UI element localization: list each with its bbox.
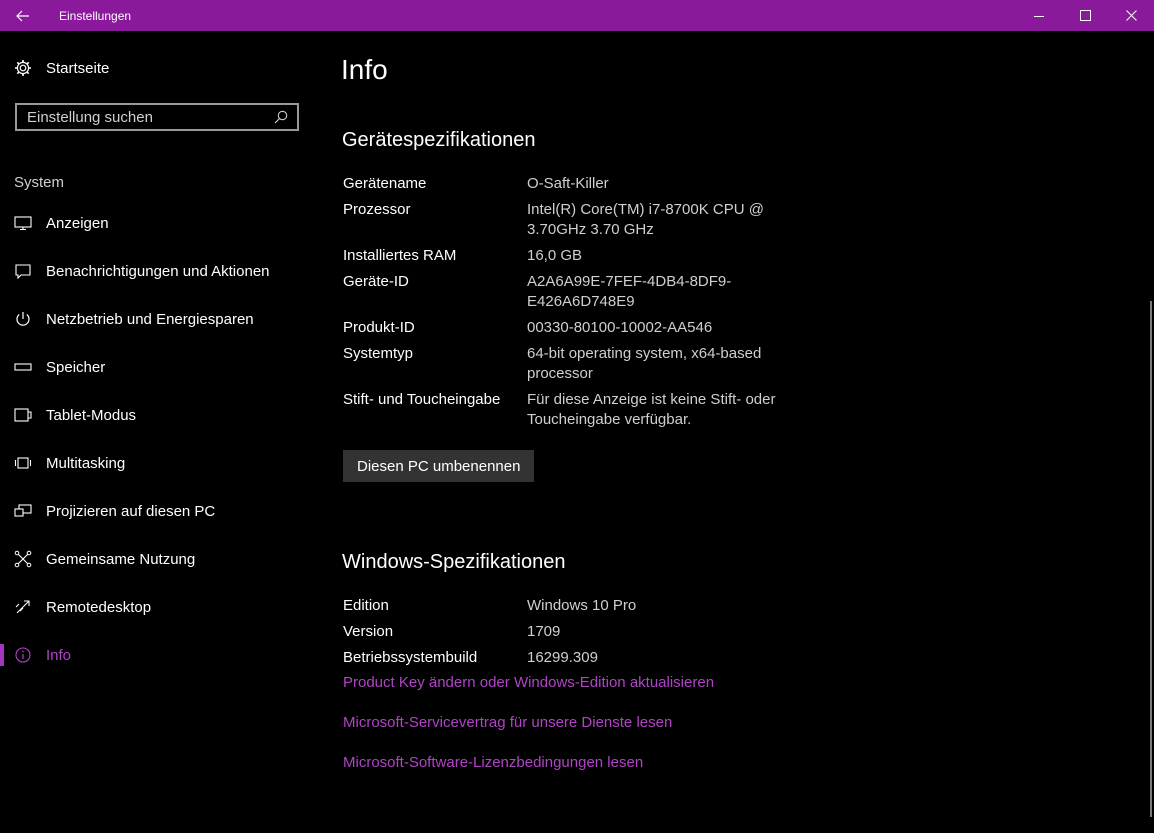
sidebar-item-gemeinsame-nutzung[interactable]: Gemeinsame Nutzung <box>0 535 320 583</box>
home-link[interactable]: Startseite <box>14 59 109 77</box>
spec-value: 00330-80100-10002-AA546 <box>527 319 713 336</box>
window-controls <box>1016 0 1154 31</box>
windows-specs-table: Edition Windows 10 Pro Version 1709 Betr… <box>343 596 803 674</box>
sidebar-item-label: Anzeigen <box>46 214 109 232</box>
sidebar-item-label: Remotedesktop <box>46 598 152 616</box>
spec-key: Systemtyp <box>343 345 414 362</box>
spec-key: Prozessor <box>343 201 411 218</box>
window-title: Einstellungen <box>59 8 132 23</box>
sidebar-item-benachrichtigungen[interactable]: Benachrichtigungen und Aktionen <box>0 247 320 295</box>
spec-value: 1709 <box>527 623 561 640</box>
spec-key: Version <box>343 623 394 640</box>
sidebar-item-label: Tablet-Modus <box>46 406 137 424</box>
spec-key: Installiertes RAM <box>343 247 457 264</box>
device-specs-heading: Gerätespezifikationen <box>342 129 536 151</box>
maximize-icon <box>1079 10 1091 21</box>
storage-icon <box>14 358 32 376</box>
product-key-link[interactable]: Product Key ändern oder Windows-Edition … <box>343 674 714 691</box>
sidebar-item-label: Info <box>46 646 72 664</box>
sidebar-item-label: Benachrichtigungen und Aktionen <box>46 262 270 280</box>
monitor-icon <box>14 214 32 232</box>
spec-row: Installiertes RAM 16,0 GB <box>343 246 803 266</box>
spec-value: Intel(R) Core(TM) i7-8700K CPU @ 3.70GHz… <box>527 201 764 238</box>
device-specs-table: Gerätename O-Saft-Killer Prozessor Intel… <box>343 174 803 436</box>
home-label: Startseite <box>46 59 110 77</box>
spec-row: Version 1709 <box>343 622 803 642</box>
title-bar: Einstellungen <box>0 0 1154 31</box>
tablet-icon <box>14 406 32 424</box>
share-icon <box>14 550 32 568</box>
page-title: Info <box>341 54 388 85</box>
spec-key: Stift- und Toucheingabe <box>343 391 501 408</box>
close-icon <box>1125 10 1137 21</box>
section-label-system: System <box>14 174 65 191</box>
sidebar-item-speicher[interactable]: Speicher <box>0 343 320 391</box>
project-icon <box>14 502 32 520</box>
notification-icon <box>14 262 32 280</box>
multitasking-icon <box>14 454 32 472</box>
minimize-icon <box>1034 15 1044 17</box>
spec-value: 16299.309 <box>527 649 598 666</box>
sidebar-item-label: Netzbetrieb und Energiesparen <box>46 310 254 328</box>
gear-icon <box>14 59 32 77</box>
spec-value: A2A6A99E-7FEF-4DB4-8DF9-E426A6D748E9 <box>527 273 732 310</box>
spec-key: Gerätename <box>343 175 427 192</box>
sidebar-item-projizieren[interactable]: Projizieren auf diesen PC <box>0 487 320 535</box>
spec-key: Geräte-ID <box>343 273 409 290</box>
rename-pc-button[interactable]: Diesen PC umbenennen <box>343 450 535 482</box>
spec-row: Geräte-ID A2A6A99E-7FEF-4DB4-8DF9-E426A6… <box>343 272 803 312</box>
back-arrow-icon <box>16 10 29 21</box>
maximize-button[interactable] <box>1062 0 1108 31</box>
sidebar-item-label: Multitasking <box>46 454 126 472</box>
sidebar-item-netzbetrieb[interactable]: Netzbetrieb und Energiesparen <box>0 295 320 343</box>
search-input[interactable] <box>17 108 269 126</box>
spec-row: Systemtyp 64-bit operating system, x64-b… <box>343 344 803 384</box>
spec-value: 64-bit operating system, x64-based proce… <box>527 345 762 382</box>
spec-row: Betriebssystembuild 16299.309 <box>343 648 803 668</box>
spec-row: Gerätename O-Saft-Killer <box>343 174 803 194</box>
spec-value: O-Saft-Killer <box>527 175 609 192</box>
remote-icon <box>14 598 32 616</box>
close-button[interactable] <box>1108 0 1154 31</box>
sidebar-item-multitasking[interactable]: Multitasking <box>0 439 320 487</box>
spec-value: 16,0 GB <box>527 247 583 264</box>
service-agreement-link[interactable]: Microsoft-Servicevertrag für unsere Dien… <box>343 714 672 731</box>
search-icon[interactable] <box>269 105 293 129</box>
sidebar-item-label: Projizieren auf diesen PC <box>46 502 216 520</box>
sidebar-item-tablet-modus[interactable]: Tablet-Modus <box>0 391 320 439</box>
sidebar-item-label: Speicher <box>46 358 106 376</box>
sidebar-item-label: Gemeinsame Nutzung <box>46 550 196 568</box>
back-button[interactable] <box>0 0 46 31</box>
license-terms-link[interactable]: Microsoft-Software-Lizenzbedingungen les… <box>343 754 643 771</box>
minimize-button[interactable] <box>1016 0 1062 31</box>
sidebar-item-info[interactable]: Info <box>0 631 320 679</box>
sidebar-nav: Anzeigen Benachrichtigungen und Aktionen… <box>0 199 320 679</box>
search-box[interactable] <box>15 103 299 131</box>
spec-key: Betriebssystembuild <box>343 649 478 666</box>
info-icon <box>14 646 32 664</box>
windows-specs-heading: Windows-Spezifikationen <box>342 551 566 573</box>
spec-row: Prozessor Intel(R) Core(TM) i7-8700K CPU… <box>343 200 803 240</box>
spec-row: Produkt-ID 00330-80100-10002-AA546 <box>343 318 803 338</box>
sidebar: Startseite System Anzeigen Benachrichtig… <box>0 31 320 833</box>
sidebar-item-remotedesktop[interactable]: Remotedesktop <box>0 583 320 631</box>
spec-key: Edition <box>343 597 389 614</box>
sidebar-item-anzeigen[interactable]: Anzeigen <box>0 199 320 247</box>
main-content: Info Gerätespezifikationen Gerätename O-… <box>341 31 1131 833</box>
scrollbar[interactable] <box>1150 301 1152 817</box>
spec-row: Edition Windows 10 Pro <box>343 596 803 616</box>
spec-row: Stift- und Toucheingabe Für diese Anzeig… <box>343 390 803 430</box>
power-icon <box>14 310 32 328</box>
spec-key: Produkt-ID <box>343 319 415 336</box>
spec-value: Windows 10 Pro <box>527 597 637 614</box>
spec-value: Für diese Anzeige ist keine Stift- oder … <box>527 391 776 428</box>
